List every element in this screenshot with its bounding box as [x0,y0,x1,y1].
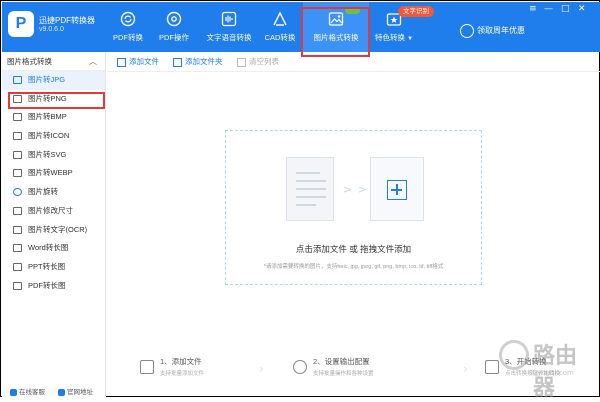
promo-label: 领取周年优惠 [477,26,525,36]
dropzone-hint-text: *请添加需要转换的图片，支持heic, jpg, jpeg, gif, png,… [263,264,444,270]
globe-icon [58,388,65,396]
user-circle-icon [460,24,474,38]
sidebar-item[interactable]: Word转长图 [2,239,105,258]
step-title: 2、设置输出配置 [313,357,370,366]
add-image-icon [370,157,424,221]
ocr-badge: 文字识别 [398,6,434,17]
promo-link[interactable]: 领取周年优惠 [460,24,525,38]
sidebar-item-label: Word转长图 [28,243,69,253]
maximize-icon[interactable]: □ [561,4,570,14]
sidebar-item-label: PPT转长图 [28,261,66,271]
sidebar-item-label: 图片修改尺寸 [28,205,73,215]
audio-wave-icon [221,11,237,27]
nav-pdf-operate[interactable]: PDF操作 [152,2,196,52]
add-file-icon [117,57,126,67]
online-service-link[interactable]: 在线客服 [10,386,45,396]
app-version: v9.0.6.0 [39,26,64,33]
nav-special-label: 特色转换 [374,33,405,42]
document-icon [286,157,334,221]
image-file-icon [13,244,22,253]
nav-label: 文字语音转换 [206,33,252,42]
sidebar-item[interactable]: 图片转文字(OCR) [2,221,105,240]
step-separator: › [463,362,468,376]
sidebar-item[interactable]: PDF转长图 [2,277,105,296]
nav-text-voice[interactable]: 文字语音转换 [203,2,255,52]
step-subtitle: 支持批量操作和各种设置 [313,371,374,377]
menu-icon[interactable]: ≡ [529,4,537,14]
watermark-logo-icon [499,340,529,370]
sidebar-item[interactable]: 图片转JPG [2,71,105,90]
file-drop-zone[interactable]: > > > 点击添加文件 或 拖拽文件添加 *请添加需要转换的图片，支持heic… [225,130,482,285]
sidebar-item-label: 图片转ICON [28,131,70,141]
sidebar-footer: 在线客服 官网地址 [2,383,106,397]
sidebar-item[interactable]: 图片转WEBP [2,164,105,183]
highlight-box-sidebar [8,92,105,109]
sidebar-item-label: 图片转JPG [28,75,66,84]
add-folder-label: 添加文件夹 [185,57,223,66]
nav-pdf-convert[interactable]: PDF转换 [107,2,149,52]
app-logo-icon: P [8,11,34,37]
sidebar-item[interactable]: 图片转SVG [2,146,105,165]
sidebar-heading-label: 图片格式转换 [7,57,52,66]
watermark-url: luyouqi.com [531,369,574,377]
step-title: 1、添加文件 [160,357,202,366]
image-file-icon [13,150,22,159]
gear-icon [293,360,307,374]
sidebar-item[interactable]: 图片修改尺寸 [2,202,105,221]
close-icon[interactable]: ✕ [578,4,586,14]
image-file-icon [13,281,22,290]
rotate-icon [13,188,22,197]
disc-icon [166,11,182,27]
sidebar-item-label: 图片转WEBP [28,168,73,178]
sidebar-item[interactable]: 图片转ICON [2,127,105,146]
nav-label: PDF转换 [113,33,143,42]
chevron-up-icon: ︿ [89,57,97,66]
highlight-box-nav [301,7,370,57]
sidebar-item[interactable]: 图片旋转 [2,183,105,202]
minimize-icon[interactable]: — [544,4,553,14]
image-file-icon [13,262,22,271]
nav-label: PDF操作 [159,33,189,42]
dropdown-arrow-icon: ▼ [407,36,414,42]
sidebar-item[interactable]: 图片转BMP [2,108,105,127]
file-toolbar: 添加文件 添加文件夹 清空列表 [107,52,600,72]
image-file-icon [13,132,22,141]
clear-list-label: 清空列表 [249,57,279,66]
sidebar-item-label: PDF转长图 [28,280,66,290]
nav-cad-convert[interactable]: CAD转换 [261,2,299,52]
headset-icon [10,388,17,396]
step-separator: › [259,362,264,376]
image-file-icon [13,113,22,122]
image-file-icon [13,206,22,215]
image-file-icon [13,225,22,234]
refresh-icon [120,11,136,27]
cad-icon [273,11,287,26]
step-subtitle: 支持批量添加文件 [160,371,205,377]
website-link[interactable]: 官网地址 [58,386,93,396]
add-file-label: 添加文件 [129,57,159,66]
trash-icon [237,57,246,67]
add-folder-icon [173,57,182,67]
sidebar-item[interactable]: PPT转长图 [2,258,105,277]
watermark: 路由器 luyouqi.com [499,334,595,401]
add-file-button[interactable]: 添加文件 [117,56,159,67]
nav-label: 特色转换 ▼ [372,32,416,43]
dropzone-main-text: 点击添加文件 或 拖拽文件添加 [295,244,412,254]
online-service-label: 在线客服 [19,389,45,396]
app-window: P 迅捷PDF转换器 v9.0.6.0 PDF转换 PDF操作 文字语音转换 C… [0,0,600,401]
image-file-icon [13,169,22,178]
app-title: 迅捷PDF转换器 [39,16,95,25]
sidebar-item-label: 图片转SVG [28,149,67,159]
add-folder-button[interactable]: 添加文件夹 [173,56,223,67]
sidebar-item-label: 图片转BMP [28,112,67,122]
website-label: 官网地址 [67,389,93,396]
clear-list-button[interactable]: 清空列表 [237,56,279,67]
nav-label: CAD转换 [264,33,296,42]
convert-icon [485,360,499,374]
file-plus-icon [140,360,154,374]
sidebar-heading[interactable]: 图片格式转换 ︿ [2,52,105,71]
sidebar-item-label: 图片旋转 [28,187,58,197]
image-file-icon [13,76,22,84]
sidebar-item-label: 图片转文字(OCR) [28,224,88,234]
